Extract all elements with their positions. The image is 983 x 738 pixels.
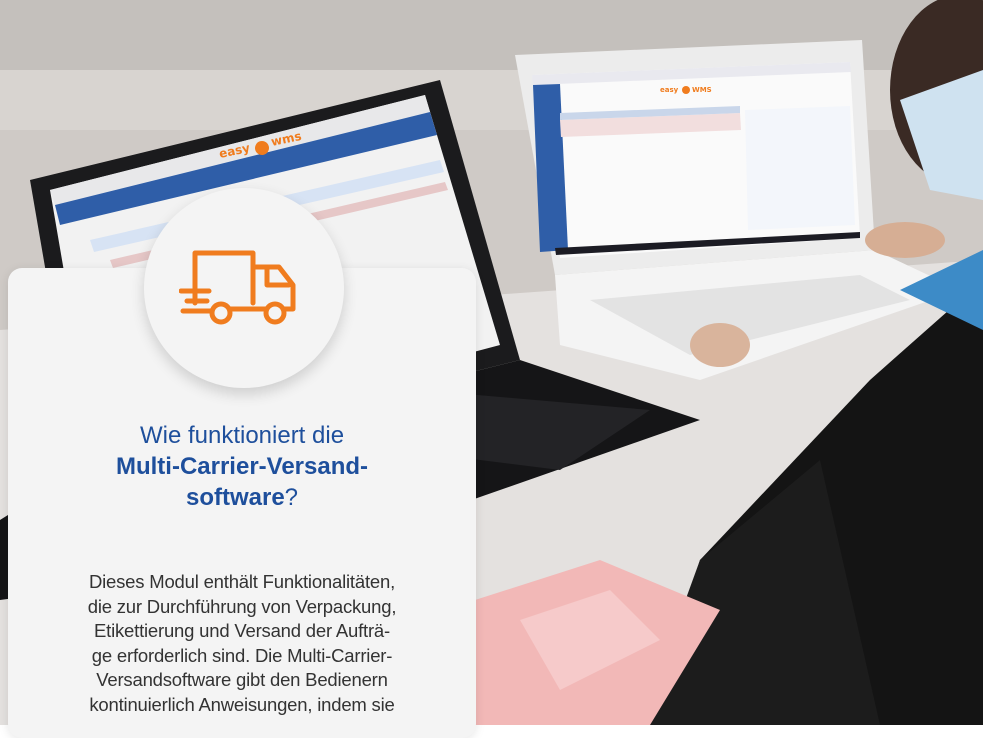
heading-line-1: Wie funktioniert die <box>139 422 345 449</box>
delivery-truck-icon <box>179 250 296 325</box>
heading-line-3-rest: ? <box>284 484 299 511</box>
icon-badge <box>144 188 344 388</box>
heading-line-2: Multi-Carrier-Versand- <box>115 453 369 480</box>
paragraph-line: Versandsoftware gibt den Bedienern <box>96 669 388 690</box>
card-heading: Wie funktioniert die Multi-Carrier-Versa… <box>8 420 476 513</box>
paragraph-line: Dieses Modul enthält Funktionalitäten, <box>88 571 396 592</box>
paragraph-line: Etikettierung und Versand der Aufträ- <box>94 620 390 641</box>
paragraph-line: kontinuierlich Anweisungen, indem sie <box>89 693 395 715</box>
heading-line-3-bold: software <box>185 484 285 511</box>
svg-text:easy: easy <box>660 86 679 94</box>
heading-line-3: software? <box>8 482 476 513</box>
svg-text:WMS: WMS <box>692 86 712 94</box>
paragraph-line: ge erforderlich sind. Die Multi-Carrier- <box>91 644 393 666</box>
card-paragraph: Dieses Modul enthält Funktionalitäten, d… <box>8 570 476 717</box>
paragraph-line: die zur Durchführung von Verpackung, <box>87 595 397 617</box>
